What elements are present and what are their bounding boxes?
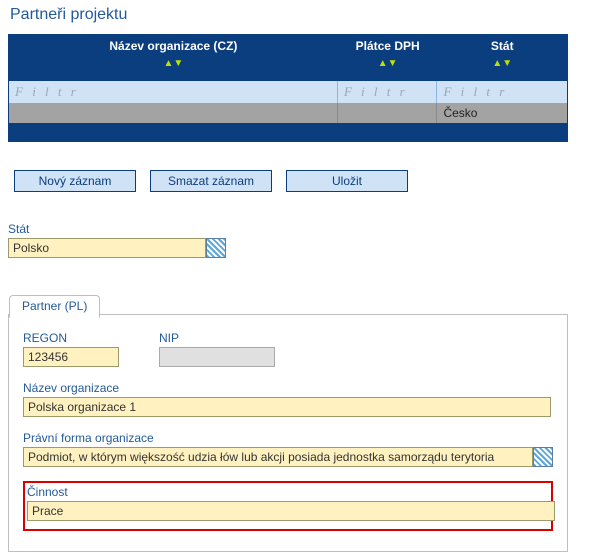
table-header: Název organizace (CZ) ▲▼ Plátce DPH ▲▼ S… <box>9 35 567 81</box>
partner-table: Název organizace (CZ) ▲▼ Plátce DPH ▲▼ S… <box>8 34 568 142</box>
col-header-org-label: Název organizace (CZ) <box>109 39 237 53</box>
legal-input[interactable]: Podmiot, w którym większość udzia łów lu… <box>23 447 533 467</box>
filter-placeholder: F i l t r <box>338 84 408 100</box>
org-field-group: Název organizace Polska organizace 1 <box>23 381 553 417</box>
delete-record-button[interactable]: Smazat záznam <box>150 170 272 192</box>
regon-field-group: REGON 123456 <box>23 331 119 367</box>
col-header-vat[interactable]: Plátce DPH ▲▼ <box>338 35 438 69</box>
cell-vat <box>338 103 438 123</box>
save-button[interactable]: Uložit <box>286 170 408 192</box>
col-header-org[interactable]: Název organizace (CZ) ▲▼ <box>9 35 338 69</box>
button-row: Nový záznam Smazat záznam Uložit <box>14 170 583 192</box>
regon-label: REGON <box>23 331 119 345</box>
new-record-button[interactable]: Nový záznam <box>14 170 136 192</box>
sort-icons[interactable]: ▲▼ <box>378 55 398 69</box>
stat-picker-button[interactable] <box>206 238 226 258</box>
cell-org <box>9 103 338 123</box>
legal-field-group: Právní forma organizace Podmiot, w który… <box>23 431 553 467</box>
nip-input[interactable] <box>159 347 275 367</box>
nip-field-group: NIP <box>159 331 275 367</box>
activity-field-group: Činnost Prace <box>27 485 549 521</box>
tab-partner-pl[interactable]: Partner (PL) <box>9 295 100 318</box>
nip-label: NIP <box>159 331 275 345</box>
stat-label: Stát <box>8 222 583 236</box>
filter-country[interactable]: F i l t r <box>437 81 567 103</box>
legal-label: Právní forma organizace <box>23 431 553 445</box>
col-header-vat-label: Plátce DPH <box>356 39 420 53</box>
cell-country: Česko <box>437 103 567 123</box>
filter-org[interactable]: F i l t r <box>9 81 338 103</box>
org-input[interactable]: Polska organizace 1 <box>23 397 551 417</box>
sort-icons[interactable]: ▲▼ <box>164 55 184 69</box>
legal-picker-button[interactable] <box>533 447 553 467</box>
table-footer-bar <box>9 123 567 141</box>
activity-input[interactable]: Prace <box>27 501 555 521</box>
stat-field-group: Stát Polsko <box>8 222 583 258</box>
sort-icons[interactable]: ▲▼ <box>492 55 512 69</box>
filter-row: F i l t r F i l t r F i l t r <box>9 81 567 103</box>
activity-label: Činnost <box>27 485 549 499</box>
filter-placeholder: F i l t r <box>437 84 507 100</box>
col-header-country-label: Stát <box>491 39 514 53</box>
filter-placeholder: F i l t r <box>9 84 79 100</box>
page-title: Partneři projektu <box>10 6 583 24</box>
org-label: Název organizace <box>23 381 553 395</box>
partner-tab-panel: Partner (PL) REGON 123456 NIP Název orga… <box>8 314 568 552</box>
regon-input[interactable]: 123456 <box>23 347 119 367</box>
table-row[interactable]: Česko <box>9 103 567 123</box>
filter-vat[interactable]: F i l t r <box>338 81 438 103</box>
col-header-country[interactable]: Stát ▲▼ <box>437 35 567 69</box>
activity-highlight-box: Činnost Prace <box>23 481 553 531</box>
stat-input[interactable]: Polsko <box>8 238 206 258</box>
